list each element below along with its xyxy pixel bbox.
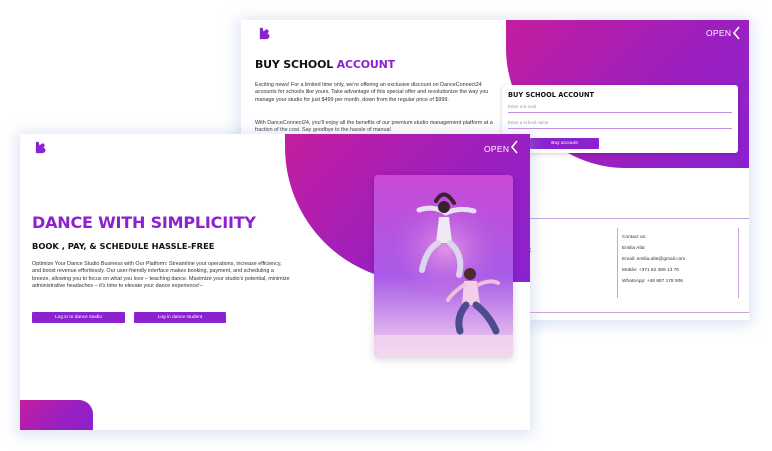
- footer-bottom-divider: [511, 312, 749, 313]
- chevron-left-icon[interactable]: [732, 26, 741, 40]
- email-field[interactable]: Enter a E-mail: [508, 102, 732, 113]
- form-title: BUY SCHOOL ACCOUNT: [508, 91, 595, 99]
- logo-icon[interactable]: [34, 141, 47, 154]
- buy-account-form: BUY SCHOOL ACCOUNT Enter a E-mail Enter …: [502, 85, 738, 153]
- footer-divider: [511, 218, 749, 219]
- contact-heading: Contact us:: [622, 235, 647, 240]
- contact-email: Email: emilia.afat@gmail.com: [622, 257, 686, 262]
- login-student-button[interactable]: Log in dance student: [134, 312, 226, 323]
- home-page: OPEN DANCE WITH SIMPLICIITY BOOK , PAY, …: [20, 134, 530, 430]
- open-menu-label[interactable]: OPEN: [484, 144, 509, 154]
- dancers-photo: [374, 175, 513, 358]
- offer-paragraph: Exciting news! For a limited time only, …: [255, 82, 489, 103]
- footer-gradient-shape: [20, 400, 93, 430]
- hero-headline: DANCE WITH SIMPLICIITY: [32, 213, 256, 232]
- contact-mobile: Mobile: +371 52 389 13 76: [622, 268, 679, 273]
- page-title: BUY SCHOOL ACCOUNT: [255, 58, 395, 71]
- login-studio-button[interactable]: Log in to dance studio: [32, 312, 125, 323]
- contact-name: Emilia Afat: [622, 246, 645, 251]
- footer-column-divider: [617, 228, 618, 298]
- marketing-collage: OPEN BUY SCHOOL ACCOUNT Exciting news! F…: [0, 0, 772, 451]
- hero-paragraph: Optimize Your Dance Studio Business with…: [32, 261, 290, 289]
- contact-whatsapp: WhatsApp: +48 887 178 906: [622, 279, 683, 284]
- footer-column-divider: [738, 228, 739, 298]
- buy-account-button[interactable]: Buy account: [530, 138, 599, 149]
- chevron-left-icon[interactable]: [510, 140, 519, 154]
- hero-subheadline: BOOK , PAY, & SCHEDULE HASSLE-FREE: [32, 241, 215, 251]
- logo-icon[interactable]: [258, 27, 271, 40]
- school-name-field[interactable]: Enter a school name: [508, 118, 732, 129]
- open-menu-label[interactable]: OPEN: [706, 28, 731, 38]
- benefits-paragraph: With DanceConnect24, you'll enjoy all th…: [255, 120, 493, 134]
